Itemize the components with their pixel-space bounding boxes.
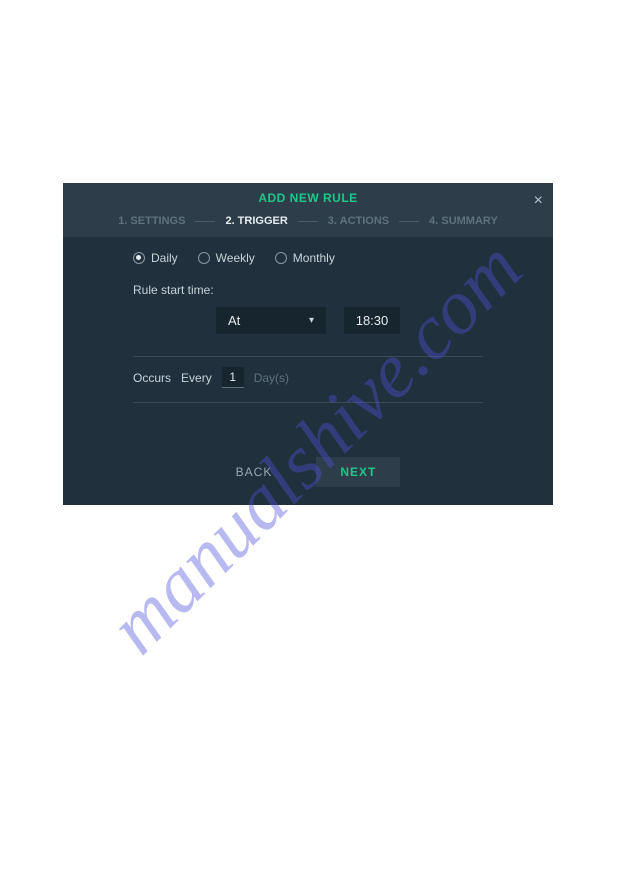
step-trigger[interactable]: 2. TRIGGER: [225, 215, 287, 227]
radio-label: Monthly: [293, 251, 335, 265]
radio-daily[interactable]: Daily: [133, 251, 178, 265]
start-time-row: At ▾ 18:30: [133, 307, 483, 334]
step-separator: [195, 221, 215, 222]
modal-title: ADD NEW RULE: [63, 191, 553, 211]
time-input[interactable]: 18:30: [344, 307, 400, 334]
days-unit-label: Day(s): [254, 371, 289, 385]
step-separator: [298, 221, 318, 222]
select-value: At: [228, 313, 240, 328]
radio-monthly[interactable]: Monthly: [275, 251, 335, 265]
radio-icon: [275, 252, 287, 264]
every-count-input[interactable]: 1: [222, 367, 244, 388]
add-rule-modal: ADD NEW RULE × 1. SETTINGS 2. TRIGGER 3.…: [63, 183, 553, 505]
next-button[interactable]: NEXT: [316, 457, 400, 487]
step-summary[interactable]: 4. SUMMARY: [429, 215, 498, 227]
every-label: Every: [181, 371, 212, 385]
when-select[interactable]: At ▾: [216, 307, 326, 334]
step-settings[interactable]: 1. SETTINGS: [118, 215, 185, 227]
frequency-radio-group: Daily Weekly Monthly: [133, 251, 483, 265]
occurs-row: Occurs Every 1 Day(s): [133, 367, 483, 403]
modal-footer: BACK NEXT: [63, 443, 553, 505]
occurs-label: Occurs: [133, 371, 171, 385]
step-separator: [399, 221, 419, 222]
close-icon[interactable]: ×: [534, 193, 543, 209]
radio-icon: [133, 252, 145, 264]
start-time-label: Rule start time:: [133, 283, 483, 297]
radio-weekly[interactable]: Weekly: [198, 251, 255, 265]
divider: [133, 356, 483, 357]
wizard-steps: 1. SETTINGS 2. TRIGGER 3. ACTIONS 4. SUM…: [63, 211, 553, 237]
back-button[interactable]: BACK: [216, 457, 293, 487]
radio-label: Daily: [151, 251, 178, 265]
chevron-down-icon: ▾: [309, 315, 314, 326]
step-actions[interactable]: 3. ACTIONS: [328, 215, 389, 227]
radio-icon: [198, 252, 210, 264]
modal-body: Daily Weekly Monthly Rule start time: At…: [63, 237, 553, 443]
radio-label: Weekly: [216, 251, 255, 265]
modal-header: ADD NEW RULE × 1. SETTINGS 2. TRIGGER 3.…: [63, 183, 553, 237]
